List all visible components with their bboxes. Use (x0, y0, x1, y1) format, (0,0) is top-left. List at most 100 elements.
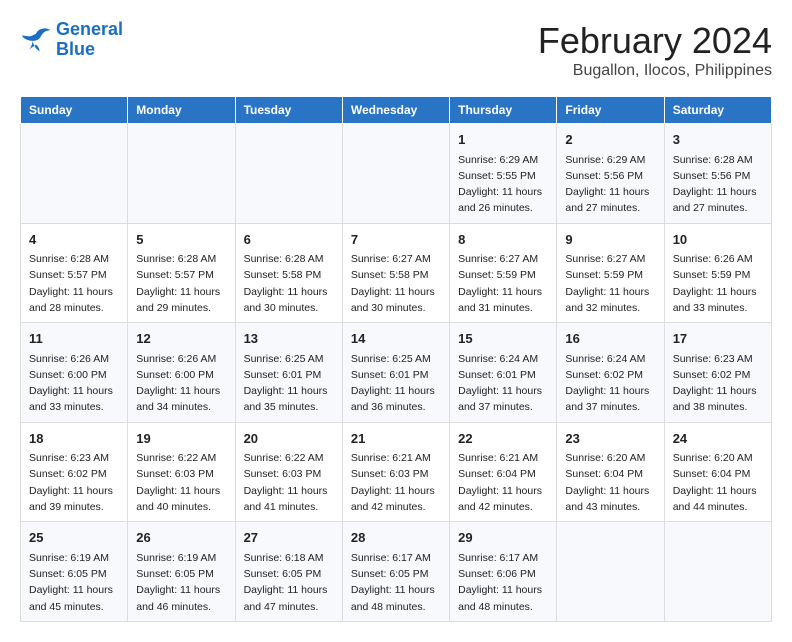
day-number: 20 (244, 429, 334, 449)
day-content: Sunrise: 6:28 AM Sunset: 5:57 PM Dayligh… (136, 251, 226, 316)
calendar-week-row: 4 Sunrise: 6:28 AM Sunset: 5:57 PM Daylig… (21, 223, 772, 323)
day-number: 25 (29, 528, 119, 548)
calendar-week-row: 18Sunrise: 6:23 AM Sunset: 6:02 PM Dayli… (21, 422, 772, 522)
day-content: Sunrise: 6:25 AM Sunset: 6:01 PM Dayligh… (244, 351, 334, 416)
calendar-cell: 24Sunrise: 6:20 AM Sunset: 6:04 PM Dayli… (664, 422, 771, 522)
day-number: 16 (565, 329, 655, 349)
calendar-cell: 25Sunrise: 6:19 AM Sunset: 6:05 PM Dayli… (21, 522, 128, 622)
calendar-cell: 27Sunrise: 6:18 AM Sunset: 6:05 PM Dayli… (235, 522, 342, 622)
calendar-cell: 20Sunrise: 6:22 AM Sunset: 6:03 PM Dayli… (235, 422, 342, 522)
day-number: 5 (136, 230, 226, 250)
day-number: 1 (458, 130, 548, 150)
day-number: 24 (673, 429, 763, 449)
column-header-tuesday: Tuesday (235, 97, 342, 124)
calendar-cell: 19Sunrise: 6:22 AM Sunset: 6:03 PM Dayli… (128, 422, 235, 522)
day-number: 3 (673, 130, 763, 150)
column-header-friday: Friday (557, 97, 664, 124)
calendar-cell: 6Sunrise: 6:28 AM Sunset: 5:58 PM Daylig… (235, 223, 342, 323)
day-number: 28 (351, 528, 441, 548)
calendar-cell: 22Sunrise: 6:21 AM Sunset: 6:04 PM Dayli… (450, 422, 557, 522)
logo-text: General Blue (56, 20, 123, 60)
column-header-thursday: Thursday (450, 97, 557, 124)
day-number: 13 (244, 329, 334, 349)
day-content: Sunrise: 6:21 AM Sunset: 6:03 PM Dayligh… (351, 450, 441, 515)
calendar-cell: 4Sunrise: 6:28 AM Sunset: 5:57 PM Daylig… (21, 223, 128, 323)
column-header-wednesday: Wednesday (342, 97, 449, 124)
calendar-week-row: 1Sunrise: 6:29 AM Sunset: 5:55 PM Daylig… (21, 124, 772, 224)
column-header-monday: Monday (128, 97, 235, 124)
calendar-cell: 17Sunrise: 6:23 AM Sunset: 6:02 PM Dayli… (664, 323, 771, 423)
page-subtitle: Bugallon, Ilocos, Philippines (538, 62, 772, 80)
calendar-header-row: SundayMondayTuesdayWednesdayThursdayFrid… (21, 97, 772, 124)
day-content: Sunrise: 6:24 AM Sunset: 6:02 PM Dayligh… (565, 351, 655, 416)
calendar-cell: 23Sunrise: 6:20 AM Sunset: 6:04 PM Dayli… (557, 422, 664, 522)
day-number: 2 (565, 130, 655, 150)
calendar-cell: 8Sunrise: 6:27 AM Sunset: 5:59 PM Daylig… (450, 223, 557, 323)
calendar-cell: 21Sunrise: 6:21 AM Sunset: 6:03 PM Dayli… (342, 422, 449, 522)
calendar-cell (342, 124, 449, 224)
logo-icon (20, 26, 52, 54)
day-number: 21 (351, 429, 441, 449)
day-content: Sunrise: 6:17 AM Sunset: 6:05 PM Dayligh… (351, 550, 441, 615)
day-content: Sunrise: 6:22 AM Sunset: 6:03 PM Dayligh… (244, 450, 334, 515)
day-content: Sunrise: 6:27 AM Sunset: 5:58 PM Dayligh… (351, 251, 441, 316)
day-content: Sunrise: 6:21 AM Sunset: 6:04 PM Dayligh… (458, 450, 548, 515)
calendar-cell: 16Sunrise: 6:24 AM Sunset: 6:02 PM Dayli… (557, 323, 664, 423)
calendar-cell: 18Sunrise: 6:23 AM Sunset: 6:02 PM Dayli… (21, 422, 128, 522)
day-number: 15 (458, 329, 548, 349)
day-content: Sunrise: 6:19 AM Sunset: 6:05 PM Dayligh… (136, 550, 226, 615)
calendar-cell: 11Sunrise: 6:26 AM Sunset: 6:00 PM Dayli… (21, 323, 128, 423)
calendar-cell: 28Sunrise: 6:17 AM Sunset: 6:05 PM Dayli… (342, 522, 449, 622)
day-number: 14 (351, 329, 441, 349)
day-content: Sunrise: 6:19 AM Sunset: 6:05 PM Dayligh… (29, 550, 119, 615)
calendar-cell: 10Sunrise: 6:26 AM Sunset: 5:59 PM Dayli… (664, 223, 771, 323)
day-number: 19 (136, 429, 226, 449)
calendar-cell: 14Sunrise: 6:25 AM Sunset: 6:01 PM Dayli… (342, 323, 449, 423)
day-number: 23 (565, 429, 655, 449)
day-number: 8 (458, 230, 548, 250)
calendar-table: SundayMondayTuesdayWednesdayThursdayFrid… (20, 96, 772, 622)
day-number: 29 (458, 528, 548, 548)
day-content: Sunrise: 6:24 AM Sunset: 6:01 PM Dayligh… (458, 351, 548, 416)
day-content: Sunrise: 6:18 AM Sunset: 6:05 PM Dayligh… (244, 550, 334, 615)
calendar-cell: 29Sunrise: 6:17 AM Sunset: 6:06 PM Dayli… (450, 522, 557, 622)
day-content: Sunrise: 6:29 AM Sunset: 5:55 PM Dayligh… (458, 152, 548, 217)
day-content: Sunrise: 6:28 AM Sunset: 5:56 PM Dayligh… (673, 152, 763, 217)
calendar-cell (21, 124, 128, 224)
day-number: 26 (136, 528, 226, 548)
day-number: 4 (29, 230, 119, 250)
calendar-cell: 12Sunrise: 6:26 AM Sunset: 6:00 PM Dayli… (128, 323, 235, 423)
day-number: 17 (673, 329, 763, 349)
calendar-cell (664, 522, 771, 622)
calendar-cell: 26Sunrise: 6:19 AM Sunset: 6:05 PM Dayli… (128, 522, 235, 622)
day-content: Sunrise: 6:27 AM Sunset: 5:59 PM Dayligh… (565, 251, 655, 316)
day-content: Sunrise: 6:27 AM Sunset: 5:59 PM Dayligh… (458, 251, 548, 316)
day-content: Sunrise: 6:26 AM Sunset: 5:59 PM Dayligh… (673, 251, 763, 316)
day-number: 10 (673, 230, 763, 250)
day-number: 18 (29, 429, 119, 449)
calendar-cell: 5Sunrise: 6:28 AM Sunset: 5:57 PM Daylig… (128, 223, 235, 323)
day-content: Sunrise: 6:20 AM Sunset: 6:04 PM Dayligh… (565, 450, 655, 515)
day-content: Sunrise: 6:20 AM Sunset: 6:04 PM Dayligh… (673, 450, 763, 515)
calendar-cell: 2Sunrise: 6:29 AM Sunset: 5:56 PM Daylig… (557, 124, 664, 224)
calendar-cell: 3Sunrise: 6:28 AM Sunset: 5:56 PM Daylig… (664, 124, 771, 224)
day-content: Sunrise: 6:29 AM Sunset: 5:56 PM Dayligh… (565, 152, 655, 217)
day-content: Sunrise: 6:26 AM Sunset: 6:00 PM Dayligh… (29, 351, 119, 416)
calendar-cell: 13Sunrise: 6:25 AM Sunset: 6:01 PM Dayli… (235, 323, 342, 423)
day-number: 12 (136, 329, 226, 349)
calendar-week-row: 11Sunrise: 6:26 AM Sunset: 6:00 PM Dayli… (21, 323, 772, 423)
day-number: 22 (458, 429, 548, 449)
calendar-cell (128, 124, 235, 224)
column-header-sunday: Sunday (21, 97, 128, 124)
column-header-saturday: Saturday (664, 97, 771, 124)
day-number: 6 (244, 230, 334, 250)
day-content: Sunrise: 6:25 AM Sunset: 6:01 PM Dayligh… (351, 351, 441, 416)
calendar-cell: 9Sunrise: 6:27 AM Sunset: 5:59 PM Daylig… (557, 223, 664, 323)
day-number: 11 (29, 329, 119, 349)
day-content: Sunrise: 6:28 AM Sunset: 5:58 PM Dayligh… (244, 251, 334, 316)
day-content: Sunrise: 6:22 AM Sunset: 6:03 PM Dayligh… (136, 450, 226, 515)
day-content: Sunrise: 6:17 AM Sunset: 6:06 PM Dayligh… (458, 550, 548, 615)
calendar-cell: 1Sunrise: 6:29 AM Sunset: 5:55 PM Daylig… (450, 124, 557, 224)
calendar-cell: 7Sunrise: 6:27 AM Sunset: 5:58 PM Daylig… (342, 223, 449, 323)
page-header: General Blue February 2024 Bugallon, Ilo… (20, 20, 772, 80)
